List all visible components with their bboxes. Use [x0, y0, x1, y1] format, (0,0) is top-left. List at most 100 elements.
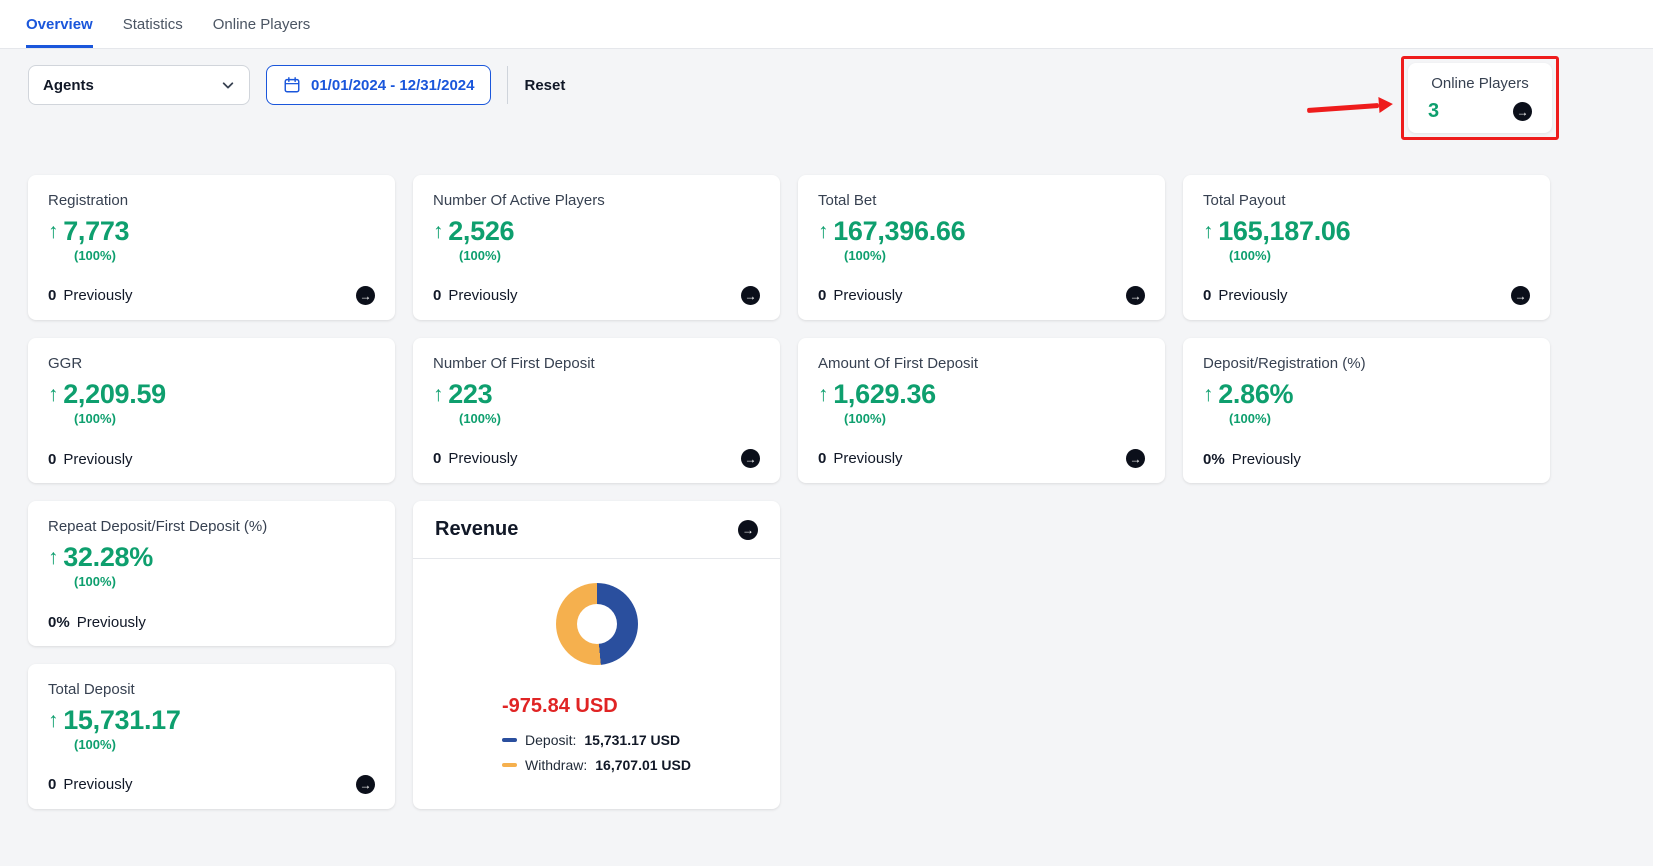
stat-card-value: ↑165,187.06: [1203, 218, 1530, 245]
annotation-rectangle: Online Players 3 →: [1401, 56, 1559, 140]
up-arrow-icon: ↑: [1203, 384, 1213, 405]
agents-dropdown[interactable]: Agents: [28, 65, 250, 105]
stat-card-title: Total Deposit: [48, 681, 375, 698]
stat-card-value: ↑2,526: [433, 218, 760, 245]
stats-grid: Revenue → -975.84 USD Deposit: 15,731.17 …: [28, 175, 1550, 809]
stat-card-deposit-registration: Deposit/Registration (%) ↑2.86% (100%) 0%Pr…: [1183, 338, 1550, 483]
stat-card-title: Amount Of First Deposit: [818, 355, 1145, 372]
legend-color-swatch: [502, 763, 517, 767]
stat-card-title: Number Of Active Players: [433, 192, 760, 209]
stat-card-previous: 0%Previously: [48, 614, 146, 631]
online-players-title: Online Players: [1422, 75, 1538, 92]
revenue-title: Revenue: [435, 518, 518, 541]
stat-card-previous: 0Previously: [818, 450, 903, 467]
stat-card-percent: (100%): [844, 411, 1145, 426]
up-arrow-icon: ↑: [433, 221, 443, 242]
go-arrow-icon[interactable]: →: [1511, 286, 1530, 305]
reset-button[interactable]: Reset: [524, 77, 565, 94]
stat-card-ggr: GGR↑2,209.59(100%)0Previously: [28, 338, 395, 483]
stat-card-percent: (100%): [74, 411, 375, 426]
stat-card-value: ↑1,629.36: [818, 381, 1145, 408]
go-arrow-icon[interactable]: →: [1126, 286, 1145, 305]
stat-card-value: ↑32.28%: [48, 544, 375, 571]
stat-card-value: ↑223: [433, 381, 760, 408]
go-arrow-icon[interactable]: →: [356, 775, 375, 794]
stat-card-title: Total Bet: [818, 192, 1145, 209]
agents-dropdown-label: Agents: [43, 77, 94, 94]
tab-bar: Overview Statistics Online Players: [0, 0, 1653, 49]
stat-card-previous: 0Previously: [48, 776, 133, 793]
legend-label: Deposit:: [525, 732, 576, 748]
filter-divider: [507, 66, 508, 104]
stat-card-value: ↑2.86%: [1203, 381, 1530, 408]
stat-card-total-deposit: Total Deposit ↑15,731.17 (100%) 0Previously…: [28, 664, 395, 809]
stat-card-value: ↑7,773: [48, 218, 375, 245]
go-arrow-icon[interactable]: →: [356, 286, 375, 305]
tab-online-players[interactable]: Online Players: [213, 0, 311, 48]
stat-card-title: Total Payout: [1203, 192, 1530, 209]
online-players-value: 3: [1428, 100, 1439, 123]
revenue-card: Revenue → -975.84 USD Deposit: 15,731.17 …: [413, 501, 780, 809]
up-arrow-icon: ↑: [818, 384, 828, 405]
revenue-total: -975.84 USD: [502, 695, 618, 718]
stat-card-number-of-active-players: Number Of Active Players ↑2,526 (100%) 0Pre…: [413, 175, 780, 320]
stat-card-previous: 0Previously: [433, 287, 518, 304]
stat-card-percent: (100%): [74, 248, 375, 263]
up-arrow-icon: ↑: [1203, 221, 1213, 242]
stat-card-previous: 0Previously: [433, 450, 518, 467]
stat-card-previous: 0Previously: [818, 287, 903, 304]
online-players-card[interactable]: Online Players 3 →: [1408, 63, 1552, 133]
tab-statistics[interactable]: Statistics: [123, 0, 183, 48]
date-range-value: 01/01/2024 - 12/31/2024: [311, 77, 474, 94]
stat-card-percent: (100%): [459, 248, 760, 263]
up-arrow-icon: ↑: [48, 384, 58, 405]
legend-item-withdraw: Withdraw: 16,707.01 USD: [502, 757, 691, 773]
stat-card-registration: Registration ↑7,773 (100%) 0Previously →: [28, 175, 395, 320]
up-arrow-icon: ↑: [48, 710, 58, 731]
dashboard-page: { "tabs": [ {"label": "Overview", "activ…: [0, 0, 1653, 866]
go-arrow-icon[interactable]: →: [741, 286, 760, 305]
stat-card-percent: (100%): [1229, 248, 1530, 263]
stat-card-previous: 0Previously: [1203, 287, 1288, 304]
go-arrow-icon[interactable]: →: [738, 520, 758, 540]
up-arrow-icon: ↑: [48, 221, 58, 242]
calendar-icon: [283, 76, 301, 94]
stat-card-previous: 0Previously: [48, 451, 133, 468]
revenue-legend: Deposit: 15,731.17 USD Withdraw: 16,707.01 …: [502, 732, 691, 773]
stat-card-value: ↑167,396.66: [818, 218, 1145, 245]
go-arrow-icon[interactable]: →: [1126, 449, 1145, 468]
revenue-donut-chart: [556, 583, 638, 665]
legend-value: 15,731.17 USD: [584, 732, 680, 748]
stat-card-value: ↑15,731.17: [48, 707, 375, 734]
stat-card-previous: 0Previously: [48, 287, 133, 304]
stat-card-title: Repeat Deposit/First Deposit (%): [48, 518, 375, 535]
stat-card-percent: (100%): [459, 411, 760, 426]
up-arrow-icon: ↑: [48, 547, 58, 568]
stat-card-previous: 0%Previously: [1203, 451, 1301, 468]
tab-overview[interactable]: Overview: [26, 0, 93, 48]
up-arrow-icon: ↑: [818, 221, 828, 242]
date-range-picker[interactable]: 01/01/2024 - 12/31/2024: [266, 65, 491, 105]
stat-card-percent: (100%): [74, 574, 375, 589]
stat-card-total-bet: Total Bet ↑167,396.66 (100%) 0Previously →: [798, 175, 1165, 320]
legend-label: Withdraw:: [525, 757, 587, 773]
legend-value: 16,707.01 USD: [595, 757, 691, 773]
legend-color-swatch: [502, 738, 517, 742]
stat-card-number-of-first-deposit: Number Of First Deposit ↑223 (100%) 0Previo…: [413, 338, 780, 483]
stat-card-percent: (100%): [74, 737, 375, 752]
go-arrow-icon[interactable]: →: [1513, 102, 1532, 121]
go-arrow-icon[interactable]: →: [741, 449, 760, 468]
stat-card-repeat-deposit-first-deposit: Repeat Deposit/First Deposit (%) ↑32.28% (…: [28, 501, 395, 646]
up-arrow-icon: ↑: [433, 384, 443, 405]
stat-card-percent: (100%): [844, 248, 1145, 263]
stat-card-title: Number Of First Deposit: [433, 355, 760, 372]
annotation-arrow-line: [1307, 102, 1379, 112]
stat-card-percent: (100%): [1229, 411, 1530, 426]
chevron-down-icon: [221, 78, 235, 92]
stat-card-total-payout: Total Payout ↑165,187.06 (100%) 0Previously…: [1183, 175, 1550, 320]
legend-item-deposit: Deposit: 15,731.17 USD: [502, 732, 691, 748]
annotation-arrow-head: [1378, 96, 1393, 113]
stat-card-title: Deposit/Registration (%): [1203, 355, 1530, 372]
stat-card-title: GGR: [48, 355, 375, 372]
stat-card-title: Registration: [48, 192, 375, 209]
